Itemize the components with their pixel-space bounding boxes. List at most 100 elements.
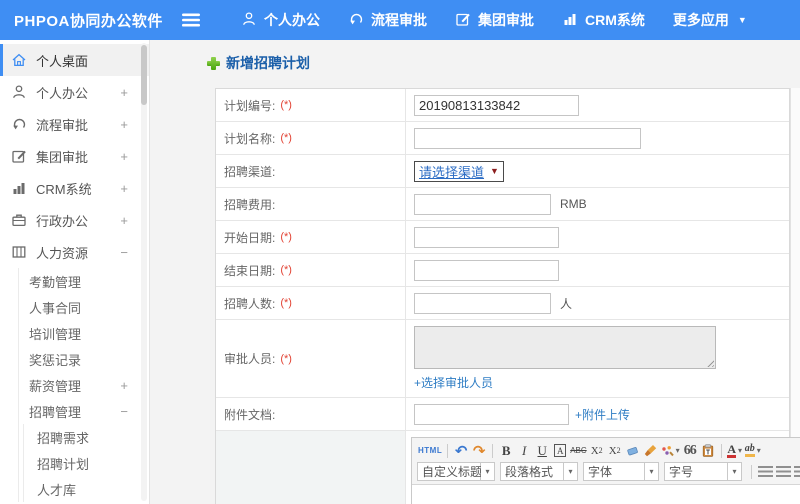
nav-label: 更多应用 — [672, 12, 729, 28]
plus-icon — [207, 56, 220, 70]
nav-label: 流程审批 — [371, 12, 427, 28]
redo-button[interactable]: ↷ — [470, 442, 488, 460]
eraser-button[interactable] — [624, 442, 642, 460]
sidebar: 个人桌面 个人办公 + 流程审批 + 集团审批 + CRM系统 + 行政办公 + — [0, 40, 150, 504]
sidebar-item-admin-office[interactable]: 行政办公 + — [0, 204, 149, 236]
toolbar-divider — [751, 464, 752, 479]
undo-button[interactable]: ↶ — [452, 442, 470, 460]
sidebar-item-desktop[interactable]: 个人桌面 — [0, 44, 149, 76]
required-mark: (*) — [280, 99, 292, 111]
background-color-button[interactable]: ab ▾ — [744, 442, 762, 460]
font-color-button[interactable]: A ▾ — [726, 442, 744, 460]
paste-text-button[interactable] — [699, 442, 717, 460]
collapse-icon[interactable]: − — [120, 404, 128, 419]
source-code-button[interactable]: HTML — [417, 442, 443, 460]
sidebar-item-training[interactable]: 培训管理 — [19, 320, 149, 346]
caret-down-icon[interactable]: ▾ — [481, 462, 495, 481]
bold-button[interactable]: B — [497, 442, 515, 460]
expand-icon[interactable]: + — [120, 149, 128, 164]
upload-attachment-link[interactable]: +附件上传 — [575, 406, 630, 423]
sidebar-item-crm[interactable]: CRM系统 + — [0, 172, 149, 204]
font-size-select[interactable]: 字号 — [664, 462, 728, 481]
currency-suffix: RMB — [560, 197, 587, 211]
highlight-pens-button[interactable]: ▾ — [660, 442, 681, 460]
sidebar-item-recruit-demand[interactable]: 招聘需求 — [24, 424, 149, 450]
end-date-input[interactable] — [414, 259, 559, 281]
sidebar-item-recruit-mgmt[interactable]: 招聘管理 − — [19, 398, 149, 424]
align-center-button[interactable] — [774, 463, 792, 481]
caret-down-icon[interactable]: ▾ — [728, 462, 742, 481]
expand-icon[interactable]: + — [120, 378, 128, 393]
align-left-button[interactable] — [756, 463, 774, 481]
sidebar-item-recruit-plan[interactable]: 招聘计划 — [24, 450, 149, 476]
align-right-icon — [793, 466, 800, 477]
nav-label: CRM系统 — [585, 12, 645, 28]
hamburger-menu-icon[interactable] — [182, 13, 201, 27]
brush-icon — [644, 445, 656, 457]
italic-button[interactable]: I — [515, 442, 533, 460]
expand-icon[interactable]: + — [120, 213, 128, 228]
custom-title-select[interactable]: 自定义标题 — [417, 462, 482, 481]
paragraph-format-select[interactable]: 段落格式 — [500, 462, 564, 481]
superscript-button[interactable]: X2 — [588, 442, 606, 460]
clipboard-icon — [702, 444, 713, 457]
align-right-button[interactable] — [792, 463, 800, 481]
expand-icon[interactable]: + — [120, 117, 128, 132]
nav-personal-office[interactable]: 个人办公 — [227, 10, 334, 30]
underline-button[interactable]: U — [533, 442, 551, 460]
expand-icon[interactable]: + — [120, 181, 128, 196]
resize-handle-icon[interactable] — [705, 358, 714, 367]
collapse-icon[interactable]: − — [120, 245, 128, 260]
sidebar-item-rewards[interactable]: 奖惩记录 — [19, 346, 149, 372]
subscript-button[interactable]: X2 — [606, 442, 624, 460]
sidebar-item-workflow-approval[interactable]: 流程审批 + — [0, 108, 149, 140]
caret-down-icon: ▾ — [756, 446, 761, 455]
sidebar-scrollbar[interactable] — [141, 43, 147, 501]
recruit-submenu: 招聘需求 招聘计划 人才库 — [23, 424, 149, 502]
sidebar-item-talent-pool[interactable]: 人才库 — [24, 476, 149, 502]
plan-number-input[interactable] — [414, 94, 579, 116]
attachment-input[interactable] — [414, 403, 569, 425]
form-row-end-date: 结束日期: (*) — [216, 254, 789, 287]
start-date-input[interactable] — [414, 226, 559, 248]
nav-group-approval[interactable]: 集团审批 — [441, 10, 548, 30]
rich-text-editor: HTML ↶ ↷ B I U A ABC X2 X2 ▾ 66 A ▾ ab ▾… — [411, 437, 800, 504]
sidebar-item-group-approval[interactable]: 集团审批 + — [0, 140, 149, 172]
chart-icon — [11, 180, 27, 196]
nav-workflow-approval[interactable]: 流程审批 — [334, 10, 441, 30]
nav-crm-system[interactable]: CRM系统 — [548, 10, 659, 30]
user-icon — [241, 11, 257, 30]
form-row-content-editor: HTML ↶ ↷ B I U A ABC X2 X2 ▾ 66 A ▾ ab ▾… — [216, 431, 800, 504]
headcount-input[interactable] — [414, 292, 551, 314]
edit-icon — [455, 11, 471, 30]
toolbar-divider — [720, 443, 722, 458]
caret-down-icon[interactable]: ▾ — [564, 462, 578, 481]
strikethrough-button[interactable]: ABC — [569, 442, 587, 460]
nav-more-apps[interactable]: 更多应用 ▼ — [659, 10, 761, 30]
font-family-select[interactable]: 字体 — [583, 462, 645, 481]
sidebar-item-salary[interactable]: 薪资管理 + — [19, 372, 149, 398]
caret-down-icon: ▼ — [737, 15, 747, 25]
scrollbar-thumb[interactable] — [141, 45, 147, 105]
cost-input[interactable] — [414, 193, 551, 215]
editor-content-area[interactable] — [412, 485, 800, 504]
approvers-textarea[interactable] — [414, 326, 716, 369]
expand-icon[interactable]: + — [120, 85, 128, 100]
sidebar-item-label: 个人办公 — [36, 85, 89, 101]
required-mark: (*) — [280, 297, 292, 309]
sidebar-item-attendance[interactable]: 考勤管理 — [19, 268, 149, 294]
briefcase-icon — [11, 212, 27, 228]
channel-select[interactable]: 请选择渠道 ▼ — [414, 160, 504, 182]
sidebar-item-hr[interactable]: 人力资源 − — [0, 236, 149, 268]
top-nav: 个人办公 流程审批 集团审批 CRM系统 更多应用 ▼ — [227, 10, 761, 30]
caret-down-icon[interactable]: ▾ — [645, 462, 659, 481]
select-approvers-link[interactable]: +选择审批人员 — [414, 374, 493, 391]
format-brush-button[interactable] — [642, 442, 660, 460]
blockquote-button[interactable]: 66 — [681, 442, 699, 460]
sidebar-item-personal-office[interactable]: 个人办公 + — [0, 76, 149, 108]
autotypeset-button[interactable]: A — [551, 442, 569, 460]
sidebar-item-hr-contract[interactable]: 人事合同 — [19, 294, 149, 320]
form-row-start-date: 开始日期: (*) — [216, 221, 789, 254]
plan-name-input[interactable] — [414, 127, 641, 149]
sidebar-item-label: 流程审批 — [36, 117, 89, 133]
